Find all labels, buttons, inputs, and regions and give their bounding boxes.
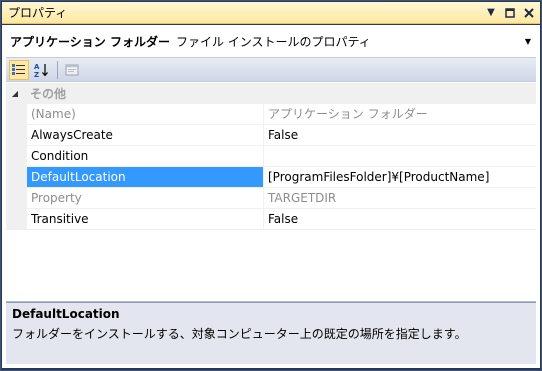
categorized-icon[interactable]	[9, 59, 29, 80]
property-value: アプリケーション フォルダー	[264, 104, 536, 125]
property-value[interactable]: False	[264, 125, 536, 146]
description-text: フォルダーをインストールする、対象コンピューター上の既定の場所を指定します。	[12, 327, 467, 341]
object-type: ファイル インストールのプロパティ	[175, 34, 371, 49]
property-name: Condition	[27, 146, 264, 167]
property-row[interactable]: AlwaysCreate False	[6, 125, 536, 146]
property-grid: ◢ その他 (Name) アプリケーション フォルダー AlwaysCreate…	[6, 83, 536, 301]
property-name: AlwaysCreate	[27, 125, 264, 146]
property-value: TARGETDIR	[264, 188, 536, 209]
category-row[interactable]: ◢ その他	[6, 83, 536, 104]
property-name: Property	[27, 188, 264, 209]
collapse-triangle-icon[interactable]: ◢	[6, 89, 24, 98]
property-value[interactable]: [ProgramFilesFolder]¥[ProductName]	[264, 167, 536, 188]
dropdown-arrow-icon[interactable]: ▼	[483, 5, 499, 21]
property-row[interactable]: (Name) アプリケーション フォルダー	[6, 104, 536, 125]
property-toolbar: A Z	[6, 57, 536, 82]
close-icon[interactable]	[521, 5, 537, 21]
svg-text:Z: Z	[34, 71, 39, 78]
properties-window: プロパティ ▼ アプリケーション フォルダー ファイル インストールのプロパティ…	[0, 0, 542, 371]
object-selector[interactable]: アプリケーション フォルダー ファイル インストールのプロパティ ▼	[6, 29, 536, 53]
svg-text:A: A	[34, 63, 40, 71]
property-pages-icon[interactable]	[62, 60, 82, 80]
property-row[interactable]: Property TARGETDIR	[6, 188, 536, 209]
property-value[interactable]	[264, 146, 536, 167]
category-label: その他	[30, 87, 67, 101]
alphabetical-icon[interactable]: A Z	[32, 60, 52, 80]
property-name: DefaultLocation	[27, 167, 264, 188]
property-value[interactable]: False	[264, 209, 536, 230]
property-row[interactable]: Condition	[6, 146, 536, 167]
maximize-icon[interactable]	[502, 5, 518, 21]
properties-panel: アプリケーション フォルダー ファイル インストールのプロパティ ▼ A Z ◢…	[2, 25, 540, 368]
property-name: Transitive	[27, 209, 264, 230]
toolbar-separator	[57, 60, 58, 79]
property-row[interactable]: Transitive False	[6, 209, 536, 230]
title-bar[interactable]: プロパティ ▼	[2, 2, 540, 24]
description-title: DefaultLocation	[12, 307, 120, 321]
chevron-down-icon[interactable]: ▼	[521, 37, 535, 46]
property-row-selected[interactable]: DefaultLocation [ProgramFilesFolder]¥[Pr…	[6, 167, 536, 188]
window-title: プロパティ	[8, 6, 68, 20]
property-name: (Name)	[27, 104, 264, 125]
description-pane: DefaultLocation フォルダーをインストールする、対象コンピューター…	[6, 302, 536, 364]
object-name: アプリケーション フォルダー	[10, 34, 170, 49]
